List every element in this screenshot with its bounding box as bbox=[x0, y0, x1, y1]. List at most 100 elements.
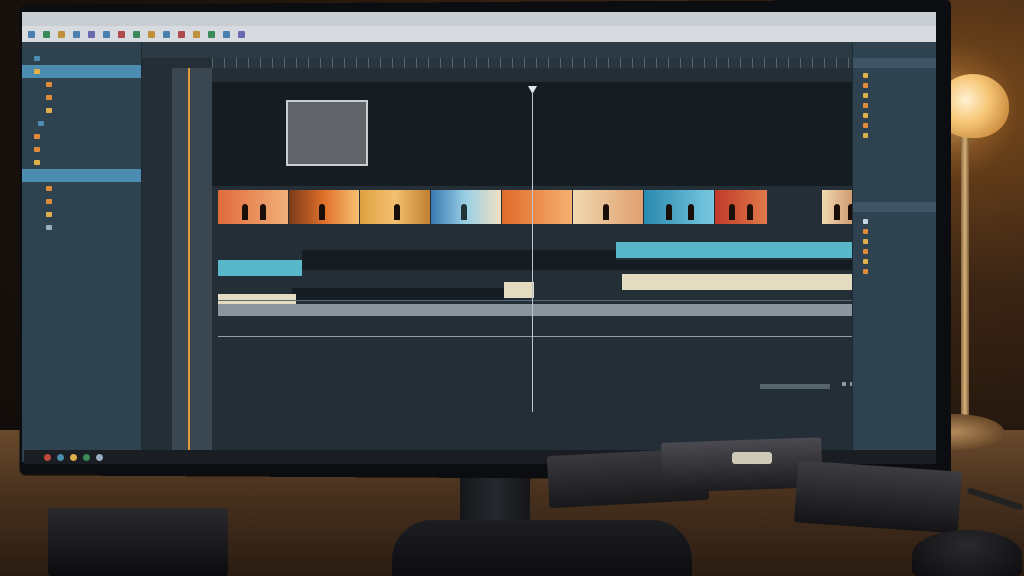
effect-item[interactable] bbox=[853, 70, 936, 80]
toolbar-button[interactable] bbox=[163, 30, 172, 38]
folder-icon bbox=[34, 56, 40, 61]
project-item[interactable] bbox=[22, 182, 141, 195]
project-item[interactable] bbox=[22, 143, 141, 156]
time-ruler[interactable] bbox=[212, 58, 852, 68]
file-icon bbox=[46, 95, 52, 100]
monitor-stand-foot bbox=[392, 520, 692, 576]
in-point-marker[interactable] bbox=[188, 68, 190, 462]
taskbar-app-icon[interactable] bbox=[44, 453, 51, 461]
effect-item[interactable] bbox=[853, 246, 936, 256]
file-icon bbox=[34, 134, 40, 139]
video-clip[interactable] bbox=[360, 190, 430, 224]
toolbar-button[interactable] bbox=[103, 30, 112, 38]
video-clip[interactable] bbox=[644, 190, 714, 224]
video-clip[interactable] bbox=[218, 190, 288, 224]
effect-item[interactable] bbox=[853, 266, 936, 276]
taskbar-app-icon[interactable] bbox=[96, 453, 103, 461]
effect-item[interactable] bbox=[853, 216, 936, 226]
video-clip[interactable] bbox=[431, 190, 501, 224]
effect-icon bbox=[863, 218, 868, 224]
project-item[interactable] bbox=[22, 195, 141, 208]
track-divider bbox=[218, 336, 856, 337]
preview-thumbnail[interactable] bbox=[286, 100, 368, 166]
project-item[interactable] bbox=[22, 169, 141, 182]
toolbar-button[interactable] bbox=[43, 30, 52, 38]
panel-section-header[interactable] bbox=[853, 58, 936, 68]
project-panel bbox=[22, 42, 142, 462]
external-drive bbox=[794, 460, 962, 534]
audio-clip-cyan[interactable] bbox=[218, 260, 302, 276]
project-item[interactable] bbox=[22, 117, 141, 130]
project-item[interactable] bbox=[22, 221, 141, 234]
drive-label bbox=[732, 452, 772, 464]
taskbar-app-icon[interactable] bbox=[57, 453, 64, 461]
video-clip[interactable] bbox=[502, 190, 572, 224]
video-clip[interactable] bbox=[715, 190, 767, 224]
video-clip[interactable] bbox=[573, 190, 643, 224]
effect-item[interactable] bbox=[853, 110, 936, 120]
toolbar-button[interactable] bbox=[193, 30, 202, 38]
project-item[interactable] bbox=[22, 78, 141, 91]
audio-track-dark[interactable] bbox=[292, 288, 504, 300]
effect-item[interactable] bbox=[853, 100, 936, 110]
project-item[interactable] bbox=[22, 156, 141, 169]
effect-item[interactable] bbox=[853, 130, 936, 140]
effect-item[interactable] bbox=[853, 90, 936, 100]
folder-icon bbox=[34, 173, 40, 178]
effect-item[interactable] bbox=[853, 80, 936, 90]
effect-item[interactable] bbox=[853, 236, 936, 246]
effect-icon bbox=[863, 102, 868, 108]
effect-item[interactable] bbox=[853, 256, 936, 266]
lamp-pole bbox=[961, 136, 969, 420]
effect-icon bbox=[863, 82, 868, 88]
track-header-gutter bbox=[172, 68, 212, 462]
playhead-line[interactable] bbox=[532, 92, 533, 412]
timeline-panel bbox=[142, 42, 870, 462]
toolbar-button[interactable] bbox=[223, 30, 232, 38]
audio-clip-cyan[interactable] bbox=[616, 242, 856, 258]
effect-item[interactable] bbox=[853, 226, 936, 236]
folder-icon bbox=[34, 69, 40, 74]
zoom-slider[interactable] bbox=[760, 384, 830, 389]
menu-bar bbox=[22, 12, 936, 26]
monitor-screen bbox=[22, 12, 936, 462]
audio-track-dark[interactable] bbox=[302, 260, 856, 270]
video-clip[interactable] bbox=[289, 190, 359, 224]
project-item[interactable] bbox=[22, 91, 141, 104]
effect-icon bbox=[863, 248, 868, 254]
project-item[interactable] bbox=[22, 65, 141, 78]
audio-clip-grey[interactable] bbox=[218, 304, 856, 316]
file-icon bbox=[46, 212, 52, 217]
audio-clip-cream[interactable] bbox=[622, 274, 856, 290]
toolbar-button[interactable] bbox=[178, 30, 187, 38]
project-item[interactable] bbox=[22, 52, 141, 65]
toolbar-button[interactable] bbox=[238, 30, 247, 38]
effect-icon bbox=[863, 122, 868, 128]
project-item[interactable] bbox=[22, 130, 141, 143]
file-icon bbox=[34, 160, 40, 165]
effect-item[interactable] bbox=[853, 120, 936, 130]
file-icon bbox=[46, 225, 52, 230]
toolbar-button[interactable] bbox=[118, 30, 127, 38]
project-item[interactable] bbox=[22, 104, 141, 117]
toolbar-icon bbox=[43, 30, 50, 38]
toolbar-button[interactable] bbox=[208, 30, 217, 38]
toolbar-icon bbox=[88, 30, 95, 38]
effect-icon bbox=[863, 112, 868, 118]
toolbar-button[interactable] bbox=[133, 30, 142, 38]
taskbar-app-icon[interactable] bbox=[70, 453, 77, 461]
audio-clip-cream[interactable] bbox=[504, 282, 534, 298]
toolbar-button[interactable] bbox=[58, 30, 67, 38]
panel-section-header[interactable] bbox=[853, 202, 936, 212]
toolbar-button[interactable] bbox=[148, 30, 157, 38]
toolbar-button[interactable] bbox=[88, 30, 97, 38]
toolbar-icon bbox=[208, 30, 215, 38]
taskbar-app-icon[interactable] bbox=[83, 453, 90, 461]
effect-icon bbox=[863, 258, 868, 264]
effects-panel bbox=[852, 42, 936, 462]
toolbar-button[interactable] bbox=[28, 30, 37, 38]
effect-icon bbox=[863, 238, 868, 244]
toolbar-icon bbox=[148, 30, 155, 38]
project-item[interactable] bbox=[22, 208, 141, 221]
toolbar-button[interactable] bbox=[73, 30, 82, 38]
